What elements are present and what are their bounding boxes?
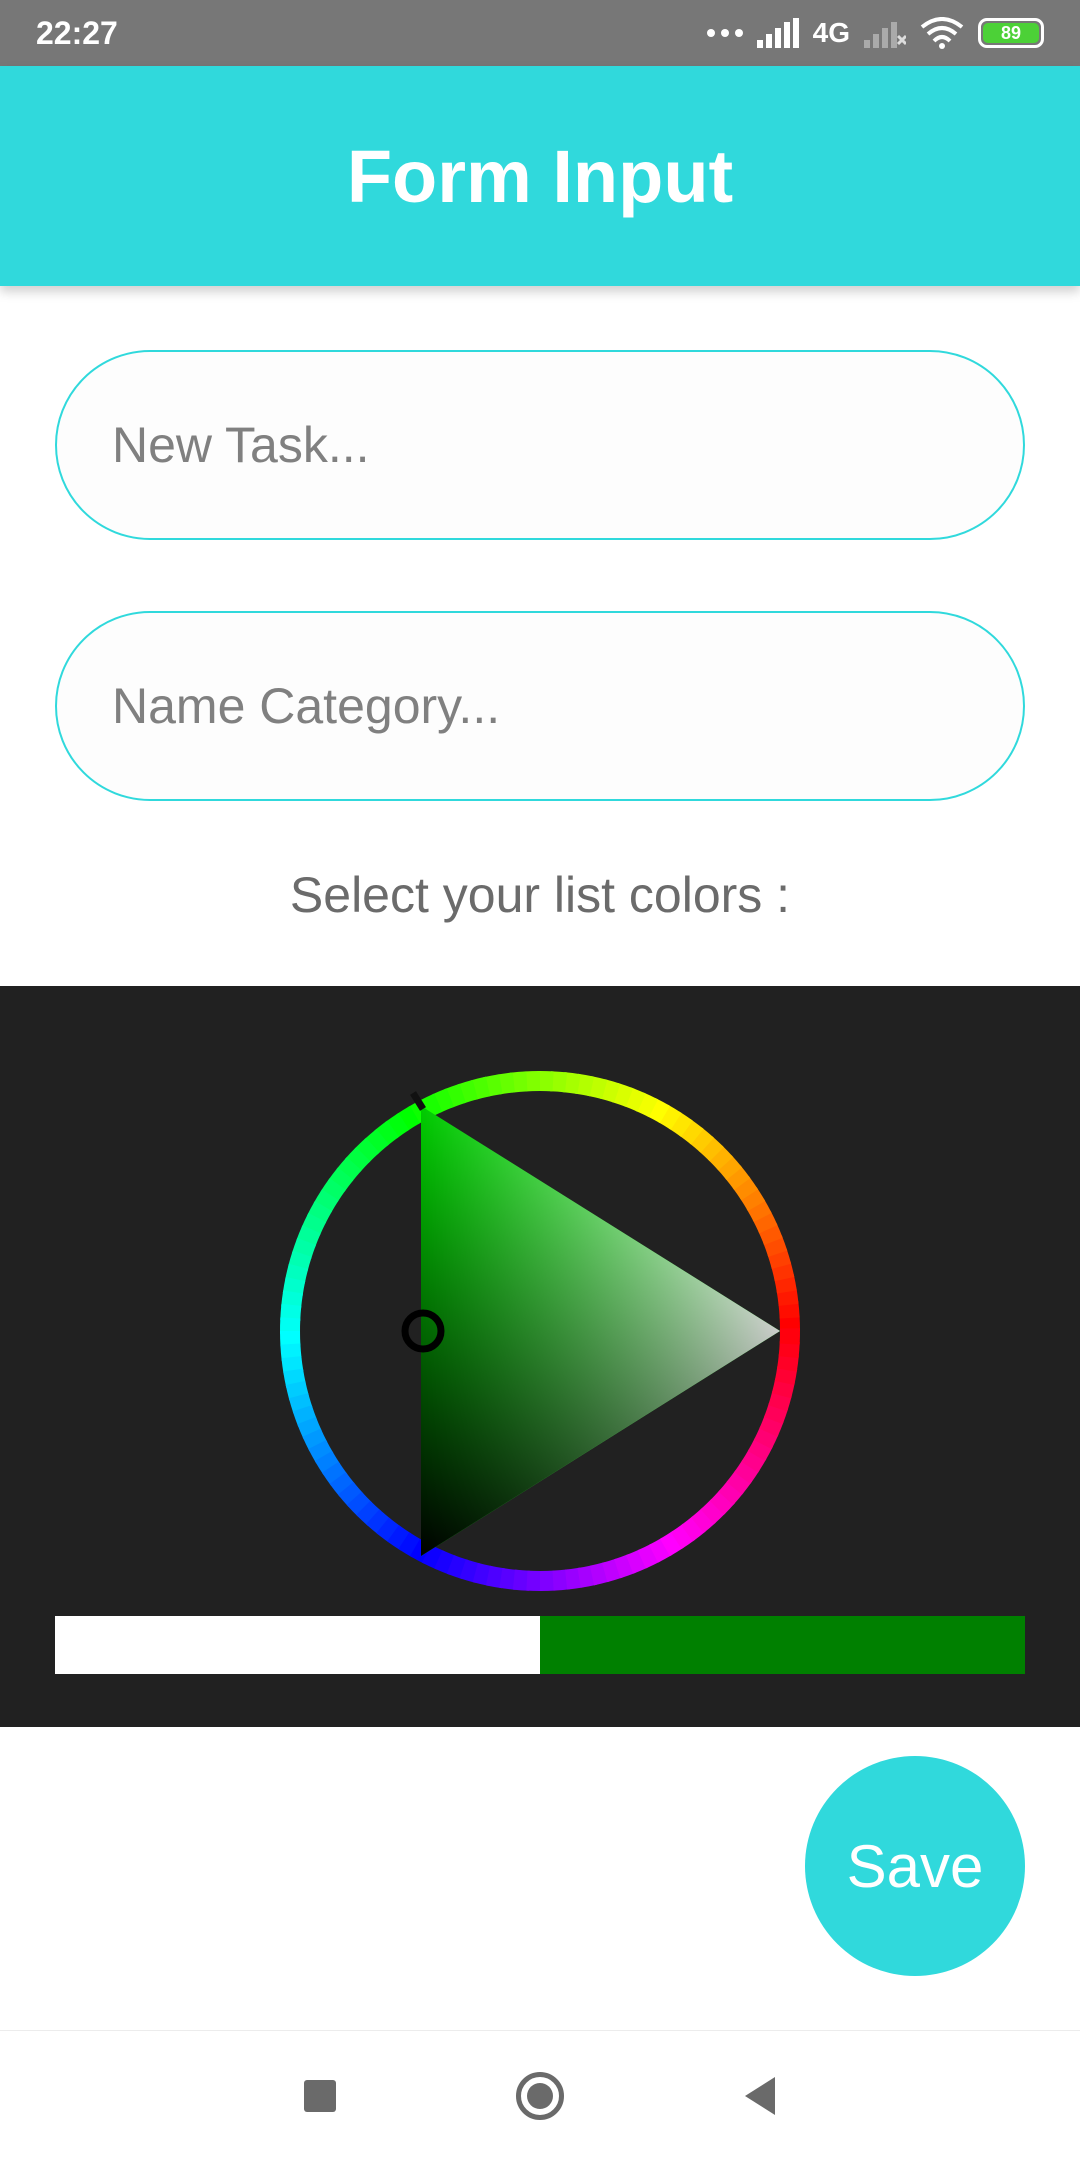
- category-name-input[interactable]: [55, 611, 1025, 801]
- page-title: Form Input: [346, 134, 734, 218]
- color-preview-bar: [55, 1616, 1025, 1674]
- old-color-swatch[interactable]: [55, 1616, 540, 1674]
- signal-off-icon: [864, 22, 906, 48]
- wifi-icon: [920, 17, 964, 49]
- color-select-label: Select your list colors :: [289, 867, 791, 923]
- recents-button[interactable]: [285, 2061, 355, 2131]
- status-bar: 22:27 4G 89: [0, 0, 1080, 66]
- app-bar: Form Input: [0, 66, 1080, 286]
- form-input-screen: 22:27 4G 89 Form Input New Task... Name …: [0, 0, 1080, 2160]
- battery-level: 89: [983, 23, 1039, 43]
- color-picker-panel: [0, 986, 1080, 1727]
- status-time: 22:27: [36, 14, 118, 51]
- navigation-bar: [0, 2030, 1080, 2160]
- new-color-swatch: [540, 1616, 1025, 1674]
- color-wheel[interactable]: [275, 1066, 805, 1596]
- home-circle-icon: [516, 2071, 564, 2120]
- more-dots-icon: [706, 29, 743, 37]
- new-task-input[interactable]: [55, 350, 1025, 540]
- recents-square-icon: [304, 2079, 336, 2112]
- signal-icon: [756, 18, 799, 48]
- battery-icon: 89: [978, 18, 1044, 48]
- status-icons: 4G 89: [706, 17, 1044, 49]
- home-button[interactable]: [505, 2061, 575, 2131]
- back-triangle-icon: [745, 2076, 775, 2115]
- save-button[interactable]: Save: [805, 1756, 1025, 1976]
- back-button[interactable]: [725, 2061, 795, 2131]
- network-type: 4G: [812, 17, 850, 48]
